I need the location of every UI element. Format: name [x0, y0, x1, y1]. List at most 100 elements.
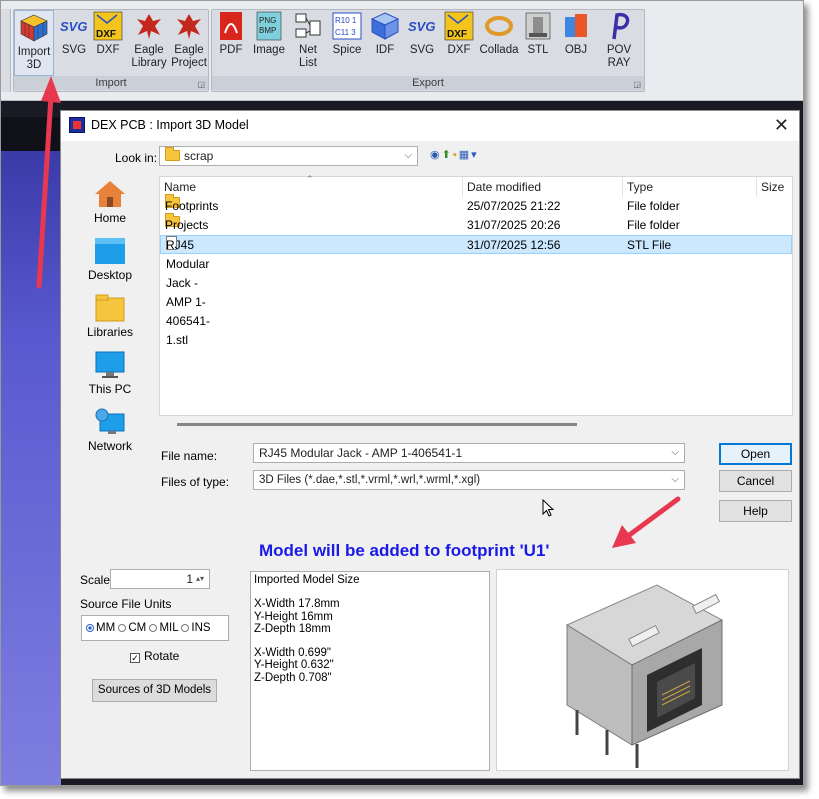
place-desktop[interactable]: Desktop [70, 237, 150, 282]
column-separator[interactable] [462, 177, 463, 197]
scrollbar-thumb[interactable] [177, 423, 577, 426]
collada-ring-icon [485, 16, 513, 36]
export-spice-label: Spice [332, 44, 362, 56]
cancel-button[interactable]: Cancel [719, 470, 792, 492]
help-button[interactable]: Help [719, 500, 792, 522]
export-stl-button[interactable]: STL [523, 11, 553, 57]
model-preview[interactable] [496, 569, 789, 771]
file-name-input[interactable]: RJ45 Modular Jack - AMP 1-406541-1 ⌵ [253, 443, 685, 463]
look-in-value: scrap [184, 149, 214, 163]
place-libraries-label: Libraries [86, 325, 134, 339]
eagle-project-label: Eagle Project [171, 44, 207, 69]
scale-spinner[interactable]: 1 ▴▾ [110, 569, 210, 589]
eagle-library-label: Eagle Library [131, 44, 167, 69]
place-network[interactable]: Network [70, 408, 150, 453]
radio-icon [181, 624, 190, 632]
export-idf-button[interactable]: IDF [369, 11, 401, 57]
file-type-cell: File folder [627, 199, 680, 213]
file-date-cell: 31/07/2025 20:26 [467, 218, 561, 232]
files-of-type-select[interactable]: 3D Files (*.dae,*.stl,*.vrml,*.wrl,*.wrm… [253, 470, 685, 490]
column-separator[interactable] [756, 177, 757, 197]
export-spice-button[interactable]: R10 1 C11 3 Spice [331, 11, 363, 57]
sources-of-3d-models-button[interactable]: Sources of 3D Models [92, 679, 217, 702]
up-folder-icon[interactable]: ⬆ [442, 149, 453, 161]
import-dxf-button[interactable]: DXF DXF [93, 11, 123, 57]
place-network-label: Network [87, 439, 132, 453]
back-icon[interactable]: ◉ [430, 149, 442, 161]
import-3d-label: Import 3D [17, 46, 51, 71]
folder-icon [165, 147, 180, 161]
source-units-label: Source File Units [80, 597, 172, 611]
place-this-pc[interactable]: This PC [70, 351, 150, 396]
file-name-cell: Projects [165, 218, 209, 232]
place-home-label: Home [93, 211, 126, 225]
desktop-icon [95, 238, 125, 264]
spinner-arrows-icon[interactable]: ▴▾ [196, 570, 204, 588]
unit-label: CM [128, 622, 147, 634]
unit-label: INS [191, 622, 211, 634]
eagle-icon [137, 14, 161, 39]
network-icon [95, 408, 125, 434]
file-row[interactable]: Projects 31/07/2025 20:26 File folder [160, 213, 792, 235]
import-eagle-project-button[interactable]: Eagle Project [169, 11, 209, 69]
export-dxf-button[interactable]: DXF DXF [443, 11, 475, 57]
unit-radio-ins[interactable]: INS [181, 622, 211, 634]
open-button[interactable]: Open [719, 443, 792, 465]
group-launcher-icon[interactable]: ◲ [633, 80, 641, 89]
app-icon [69, 117, 85, 133]
file-row[interactable]: Footprints 25/07/2025 21:22 File folder [160, 194, 792, 216]
unit-radio-mm[interactable]: MM [86, 622, 115, 634]
ribbon-group-edge [1, 9, 11, 92]
import-3d-button[interactable]: Import 3D [14, 10, 54, 76]
annotation-arrow [36, 76, 61, 289]
units-radio-group: MM CM MIL INS [81, 615, 229, 641]
import-eagle-library-button[interactable]: Eagle Library [129, 11, 169, 69]
place-this-pc-label: This PC [88, 382, 132, 396]
file-row-selected[interactable]: RJ45 Modular Jack - AMP 1-406541-1.stl 3… [160, 235, 792, 347]
column-separator[interactable] [622, 177, 623, 197]
column-header-name[interactable]: Name [164, 180, 196, 194]
svg-text:SVG: SVG [408, 19, 435, 34]
export-svg-button[interactable]: SVG SVG [406, 11, 438, 57]
rubik-cube-icon [20, 14, 48, 42]
sort-ascending-icon: ⌃ [306, 174, 314, 184]
file-list: Name ⌃ Date modified Type Size Footprint… [159, 174, 793, 416]
file-type-cell: STL File [627, 238, 672, 252]
export-svg-label: SVG [409, 44, 435, 56]
place-desktop-label: Desktop [87, 268, 133, 282]
place-home[interactable]: Home [70, 180, 150, 225]
unit-radio-mil[interactable]: MIL [149, 622, 178, 634]
horizontal-scrollbar[interactable] [159, 420, 793, 428]
dialog-titlebar: DEX PCB : Import 3D Model ✕ [61, 111, 799, 141]
dxf-icon: DXF [93, 11, 123, 41]
export-image-button[interactable]: PNG BMP Image [251, 11, 287, 57]
export-collada-button[interactable]: Collada [479, 11, 519, 57]
spice-icon: R10 1 C11 3 [332, 12, 362, 40]
group-launcher-icon[interactable]: ◲ [197, 80, 205, 89]
image-icon: PNGBMP [256, 11, 282, 41]
column-header-date[interactable]: Date modified [467, 180, 541, 194]
scale-label: Scale [80, 573, 111, 587]
stl-icon [525, 12, 551, 40]
import-svg-button[interactable]: SVG SVG [58, 11, 90, 57]
close-icon[interactable]: ✕ [774, 115, 789, 136]
export-pdf-button[interactable]: PDF [215, 11, 247, 57]
eagle-icon [177, 14, 201, 39]
export-povray-label: POV RAY [606, 44, 632, 69]
place-libraries[interactable]: Libraries [70, 294, 150, 339]
files-of-type-value: 3D Files (*.dae,*.stl,*.vrml,*.wrl,*.wrm… [259, 474, 481, 486]
export-povray-button[interactable]: POV RAY [595, 11, 643, 69]
model-size-panel: Imported Model Size X-Width 17.8mm Y-Hei… [250, 571, 490, 771]
export-netlist-button[interactable]: Net List [289, 11, 327, 69]
rotate-checkbox[interactable]: ✓ Rotate [130, 649, 179, 663]
svg-text:DXF: DXF [96, 29, 116, 40]
svg-text:C11 3: C11 3 [335, 28, 356, 37]
view-menu-icon[interactable]: ▦▾ [459, 149, 479, 161]
column-header-type[interactable]: Type [627, 180, 653, 194]
export-obj-button[interactable]: OBJ [561, 11, 591, 57]
column-header-size[interactable]: Size [761, 180, 784, 194]
import-3d-model-dialog: DEX PCB : Import 3D Model ✕ Look in: scr… [60, 110, 800, 779]
svg-text:SVG: SVG [60, 19, 87, 34]
look-in-combo[interactable]: scrap ⌵ [159, 146, 418, 166]
unit-radio-cm[interactable]: CM [118, 622, 146, 634]
